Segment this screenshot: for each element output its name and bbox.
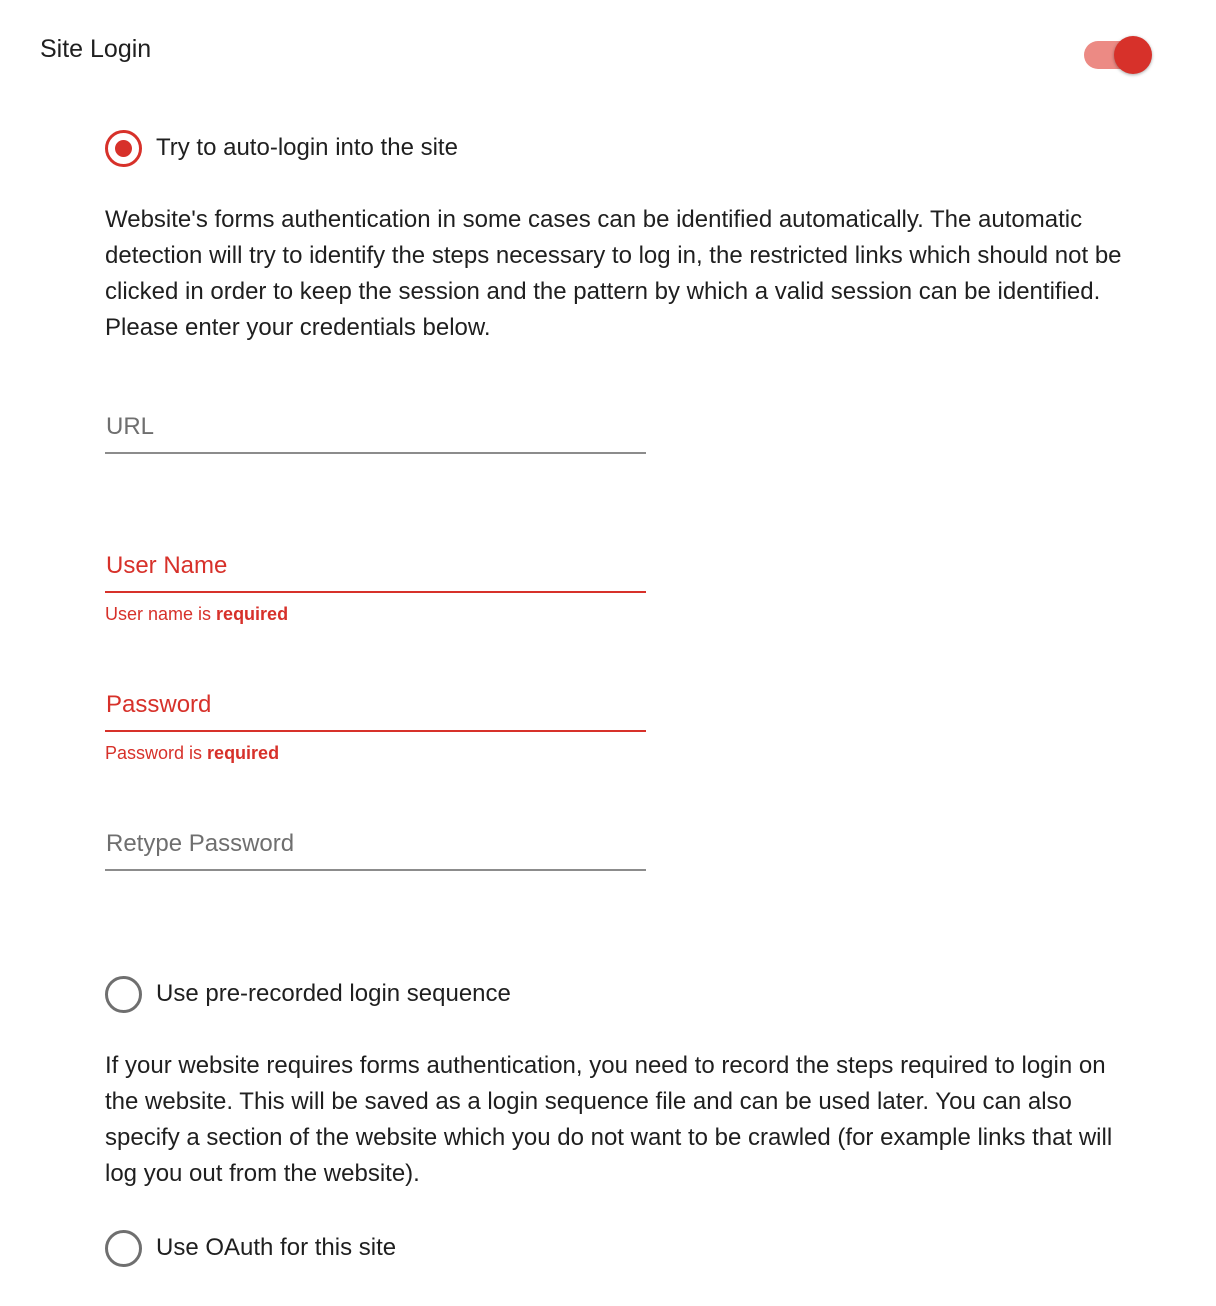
prerecorded-description: If your website requires forms authentic… [105,1052,1113,1187]
radio-unchecked-icon [105,1229,142,1267]
password-error: Password is required [105,743,280,763]
toggle-thumb [1114,36,1152,74]
section-title: Site Login [40,35,152,63]
radio-oauth[interactable]: Use OAuth for this site [105,1229,396,1267]
user-name-input[interactable] [105,549,646,593]
retype-password-input[interactable] [105,827,646,871]
url-input[interactable] [105,410,646,454]
radio-prerecorded-label: Use pre-recorded login sequence [156,980,511,1007]
user-name-field-container: User name is required [105,549,646,626]
retype-password-field-container [105,827,646,871]
radio-auto-login[interactable]: Try to auto-login into the site [105,129,458,167]
radio-oauth-label: Use OAuth for this site [156,1234,397,1261]
url-field-container [105,410,646,454]
site-login-toggle[interactable] [1082,36,1152,74]
password-input[interactable] [105,688,646,732]
radio-auto-login-label: Try to auto-login into the site [156,134,458,161]
radio-unchecked-icon [105,975,142,1013]
radio-checked-icon [105,129,142,167]
user-name-error: User name is required [105,604,289,624]
password-field-container: Password is required [105,688,646,765]
auto-login-description: Website's forms authentication in some c… [105,206,1122,341]
radio-prerecorded[interactable]: Use pre-recorded login sequence [105,975,511,1013]
